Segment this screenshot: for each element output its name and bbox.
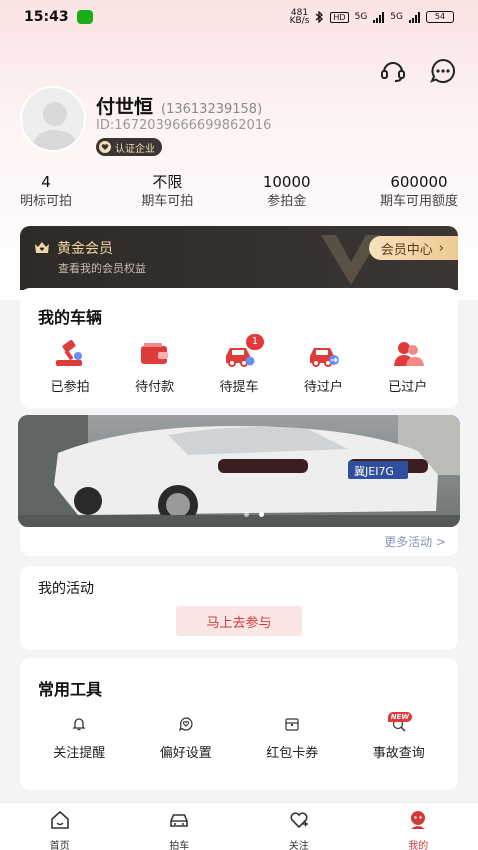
customer-service-icon[interactable] [380,58,406,84]
battery-icon: 54 [426,11,454,23]
user-id: ID:1672039666699862016 [96,118,272,133]
vehicle-status-row: 已参拍 待付款 1 待提车 待过户 已过户 [20,334,458,395]
new-badge: NEW [387,712,413,722]
pagination-dot-active[interactable] [259,512,264,517]
car-icon [170,814,189,827]
users-transferred-icon [393,342,424,366]
more-activities-bar: 更多活动 > [20,527,458,556]
vehicle-status-pending-transfer[interactable]: 待过户 [288,340,358,395]
pagination-dot[interactable] [244,512,249,517]
shield-heart-icon [99,141,111,153]
tab-follow[interactable]: 关注 [259,803,339,850]
vip-card[interactable]: 黄金会员 查看我的会员权益 会员中心 › [20,226,458,290]
banner-car-image: 冀JEI7G [18,415,460,527]
heart-chat-icon [178,717,193,732]
chevron-right-icon: › [438,240,444,256]
bluetooth-icon [315,11,324,23]
vehicle-status-transferred[interactable]: 已过户 [373,340,443,395]
stat-item[interactable]: 10000 参拍金 [263,172,311,212]
crown-heart-icon [35,242,49,253]
member-center-button[interactable]: 会员中心 › [368,236,458,260]
vip-subtitle: 查看我的会员权益 [58,262,146,275]
status-indicators: 481 KB/s HD 5G 5G 54 [289,8,454,26]
profile-icon [411,811,426,829]
tab-auction[interactable]: 拍车 [139,803,219,850]
my-activity-card: 我的活动 马上去参与 [20,566,458,650]
stat-item[interactable]: 600000 期车可用额度 [380,172,458,212]
tab-mine[interactable]: 我的 [378,803,458,850]
profile-section: 付世恒 (13613239158) ID:1672039666699862016… [20,86,460,158]
common-tools-card: 常用工具 关注提醒 偏好设置 红包卡券 NEW 事故查询 [20,658,458,790]
user-name: 付世恒 [96,96,154,118]
net-speed: 481 KB/s [289,8,310,26]
vehicle-status-pending-payment[interactable]: 待付款 [120,340,190,395]
promo-banner[interactable]: 冀JEI7G [18,415,460,527]
tool-follow-reminder[interactable]: 关注提醒 [34,716,124,761]
sig2-label: 5G [390,12,403,22]
top-actions [380,58,456,84]
message-icon[interactable] [430,58,456,84]
pickup-count-badge: 1 [245,334,264,350]
stat-item[interactable]: 4 明标可拍 [20,172,72,212]
stat-item[interactable]: 不限 期车可拍 [141,172,193,212]
tool-coupons[interactable]: 红包卡券 [247,716,337,761]
user-phone: (13613239158) [161,102,263,117]
auction-hammer-icon [56,340,83,366]
bottom-tab-bar: 首页 拍车 关注 我的 [0,802,478,850]
banner-pagination [244,512,264,517]
activity-title: 我的活动 [38,581,94,597]
coupon-icon [285,718,299,731]
vehicles-title: 我的车辆 [38,308,103,327]
vehicle-status-pending-pickup[interactable]: 1 待提车 [204,334,274,395]
stats-row: 4 明标可拍 不限 期车可拍 10000 参拍金 600000 期车可用额度 [20,172,458,212]
banner-plate-text: 冀JEI7G [354,464,394,478]
certified-enterprise-badge: 认证企业 [96,138,162,156]
tab-home[interactable]: 首页 [20,803,100,850]
wechat-icon [76,10,93,24]
join-now-button[interactable]: 马上去参与 [176,606,302,636]
tools-title: 常用工具 [38,680,103,699]
vip-title: 黄金会员 [34,238,113,258]
wallet-icon [140,343,168,364]
tool-accident-query[interactable]: NEW 事故查询 [354,712,444,761]
my-vehicles-card: 我的车辆 已参拍 待付款 1 待提车 待过户 已过户 [20,288,458,408]
signal-icon [409,11,420,23]
home-icon [50,810,69,829]
bell-icon [72,718,86,731]
sig1-label: 5G [354,12,368,22]
status-bar: 15:43 481 KB/s HD 5G 5G 54 [0,0,478,34]
car-transfer-icon [310,348,340,367]
hd-badge: HD [330,11,349,23]
avatar[interactable] [20,86,86,152]
more-activities-link[interactable]: 更多活动 > [384,533,446,550]
name-row: 付世恒 (13613239158) [96,92,262,119]
tools-row: 关注提醒 偏好设置 红包卡券 NEW 事故查询 [20,712,458,761]
signal-icon [373,11,385,23]
tool-preferences[interactable]: 偏好设置 [141,716,231,761]
status-time: 15:43 [24,9,69,25]
heart-icon [290,812,308,829]
vehicle-status-auctioned[interactable]: 已参拍 [35,340,105,395]
